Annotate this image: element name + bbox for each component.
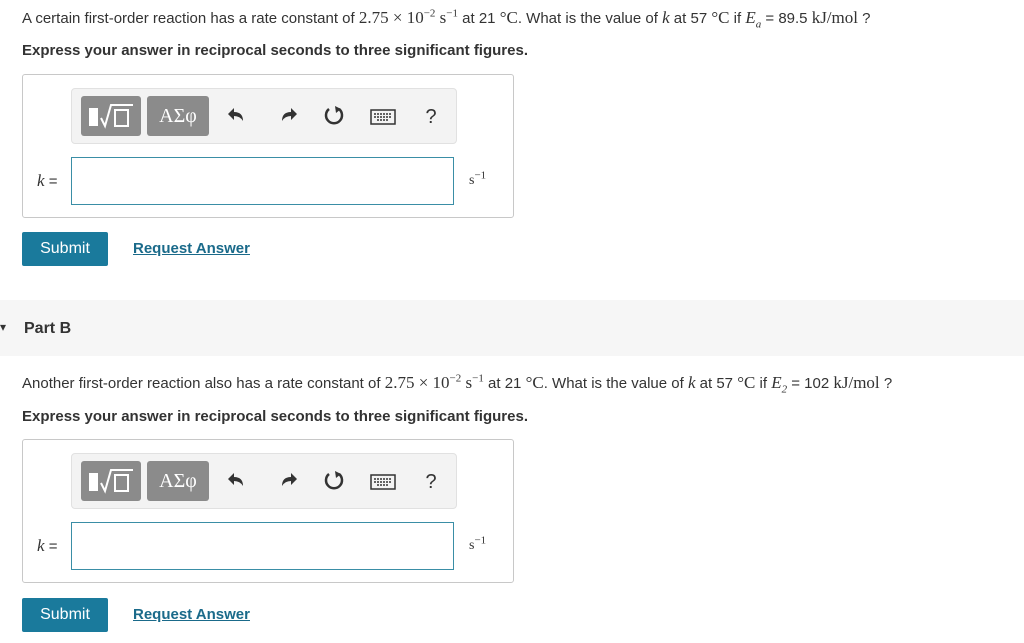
part-b-answer-input[interactable]: [71, 522, 454, 570]
part-a-answer-input[interactable]: [71, 157, 454, 205]
collapse-caret-icon: ▾: [0, 320, 7, 334]
reset-icon[interactable]: [321, 104, 347, 130]
activation-energy: Ea: [745, 8, 762, 31]
part-b-question: Another first-order reaction also has a …: [22, 372, 893, 396]
templates-icon: [89, 104, 133, 129]
activation-energy: E2: [771, 373, 788, 396]
part-b-header[interactable]: ▾ Part B: [0, 300, 1024, 356]
part-b-answer-box: ΑΣφ ? k = s−1: [22, 439, 514, 583]
templates-button[interactable]: [81, 461, 141, 501]
part-b-submit-button[interactable]: Submit: [22, 598, 108, 632]
question-text: A certain first-order reaction has a rat…: [22, 10, 359, 27]
redo-icon[interactable]: [274, 104, 300, 130]
keyboard-icon[interactable]: [368, 104, 398, 130]
math-toolbar: ΑΣφ ?: [71, 453, 457, 509]
templates-icon: [89, 469, 133, 494]
rate-constant: 2.75 × 10−2 s−1: [384, 372, 484, 392]
part-b-instruction: Express your answer in reciprocal second…: [22, 408, 528, 425]
rate-constant: 2.75 × 10−2 s−1: [358, 7, 458, 27]
k-label: k =: [37, 171, 58, 190]
question-text: Another first-order reaction also has a …: [22, 375, 385, 392]
help-icon[interactable]: ?: [418, 104, 444, 130]
undo-icon[interactable]: [225, 104, 251, 130]
reset-icon[interactable]: [321, 469, 347, 495]
part-a-submit-button[interactable]: Submit: [22, 232, 108, 266]
part-a-request-answer-link[interactable]: Request Answer: [133, 240, 250, 257]
templates-button[interactable]: [81, 96, 141, 136]
keyboard-icon[interactable]: [368, 469, 398, 495]
greek-symbols-button[interactable]: ΑΣφ: [147, 461, 209, 501]
greek-symbols-button[interactable]: ΑΣφ: [147, 96, 209, 136]
part-a-instruction: Express your answer in reciprocal second…: [22, 42, 528, 59]
unit-label: s−1: [469, 534, 487, 553]
part-b-title: Part B: [24, 320, 72, 337]
undo-icon[interactable]: [225, 469, 251, 495]
math-toolbar: ΑΣφ ?: [71, 88, 457, 144]
k-label: k =: [37, 536, 58, 555]
part-a-question: A certain first-order reaction has a rat…: [22, 7, 871, 31]
part-b-request-answer-link[interactable]: Request Answer: [133, 606, 250, 623]
unit-label: s−1: [469, 169, 487, 188]
part-a-answer-box: ΑΣφ ? k = s−1: [22, 74, 514, 218]
help-icon[interactable]: ?: [418, 469, 444, 495]
redo-icon[interactable]: [274, 469, 300, 495]
